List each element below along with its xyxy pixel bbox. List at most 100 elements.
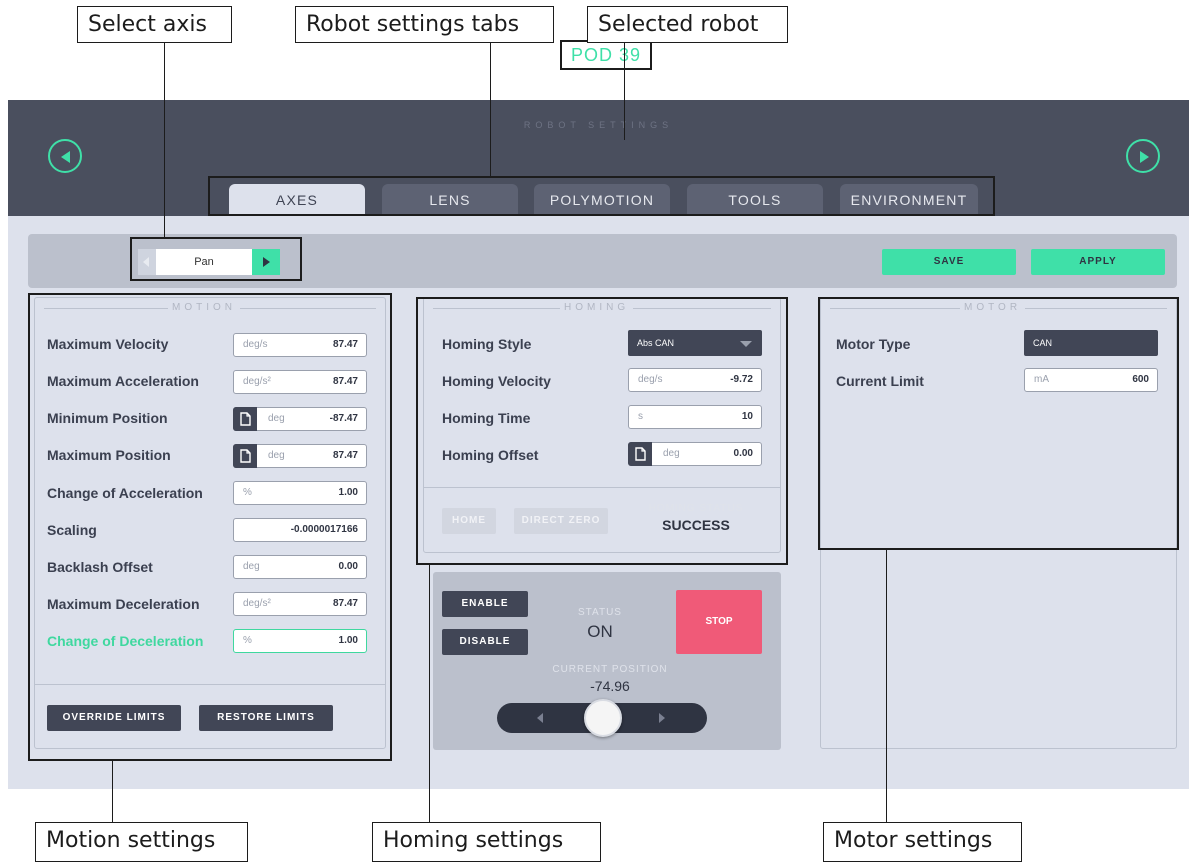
field-value: -87.47 bbox=[329, 413, 358, 424]
next-robot-button[interactable] bbox=[1126, 139, 1160, 173]
slider-knob[interactable] bbox=[584, 699, 622, 737]
current-limit-field[interactable]: mA 600 bbox=[1024, 368, 1158, 392]
min-position-label: Minimum Position bbox=[47, 410, 168, 426]
homing-offset-field[interactable]: deg 0.00 bbox=[628, 442, 762, 466]
homing-time-field[interactable]: s 10 bbox=[628, 405, 762, 429]
motor-type-label: Motor Type bbox=[836, 336, 911, 352]
selected-robot-name[interactable]: POD 39 bbox=[560, 40, 652, 70]
field-unit: deg bbox=[268, 413, 285, 424]
change-deceleration-label: Change of Deceleration bbox=[47, 633, 204, 649]
max-deceleration-field[interactable]: deg/s² 87.47 bbox=[233, 592, 367, 616]
change-acceleration-label: Change of Acceleration bbox=[47, 485, 203, 501]
field-value: 0.00 bbox=[338, 561, 358, 572]
callout-motion-settings: Motion settings bbox=[35, 822, 248, 862]
field-unit: s bbox=[638, 411, 643, 422]
min-position-field[interactable]: deg -87.47 bbox=[233, 407, 367, 431]
direct-zero-button[interactable]: DIRECT ZERO bbox=[514, 508, 608, 534]
callout-line bbox=[164, 42, 165, 237]
homing-style-label: Homing Style bbox=[442, 336, 532, 352]
backlash-offset-label: Backlash Offset bbox=[47, 559, 153, 575]
file-icon-button[interactable] bbox=[233, 407, 257, 431]
field-value: 0.00 bbox=[733, 448, 753, 459]
field-unit: deg/s bbox=[243, 339, 268, 350]
status-caption: STATUS bbox=[578, 607, 622, 618]
field-value: 1.00 bbox=[338, 487, 358, 498]
field-unit: % bbox=[243, 635, 252, 646]
file-icon-button[interactable] bbox=[628, 442, 652, 466]
prev-axis-button[interactable] bbox=[138, 249, 156, 275]
callout-robot-settings-tabs: Robot settings tabs bbox=[295, 6, 554, 43]
callout-line bbox=[886, 550, 887, 822]
field-value: 87.47 bbox=[332, 450, 358, 461]
change-acceleration-field[interactable]: % 1.00 bbox=[233, 481, 367, 505]
file-icon-button[interactable] bbox=[233, 444, 257, 468]
next-axis-button[interactable] bbox=[252, 249, 280, 275]
homing-status-value: SUCCESS bbox=[662, 517, 730, 533]
max-position-label: Maximum Position bbox=[47, 447, 171, 463]
file-icon bbox=[240, 412, 251, 426]
dropdown-value: CAN bbox=[1033, 338, 1053, 348]
apply-button[interactable]: APPLY bbox=[1031, 249, 1165, 275]
field-unit: deg bbox=[663, 448, 680, 459]
max-acceleration-field[interactable]: deg/s² 87.47 bbox=[233, 370, 367, 394]
callout-homing-settings: Homing settings bbox=[372, 822, 601, 862]
prev-robot-button[interactable] bbox=[48, 139, 82, 173]
disable-button[interactable]: DISABLE bbox=[442, 629, 528, 655]
field-value: 10 bbox=[741, 411, 753, 422]
max-velocity-label: Maximum Velocity bbox=[47, 336, 169, 352]
caret-down-icon bbox=[740, 341, 752, 347]
max-acceleration-label: Maximum Acceleration bbox=[47, 373, 199, 389]
axis-selector[interactable]: Pan bbox=[138, 249, 280, 275]
restore-limits-button[interactable]: RESTORE LIMITS bbox=[199, 705, 333, 731]
field-value: 87.47 bbox=[332, 598, 358, 609]
stop-button[interactable]: STOP bbox=[676, 590, 762, 654]
field-value: 87.47 bbox=[332, 339, 358, 350]
tab-lens[interactable]: LENS bbox=[382, 184, 518, 214]
save-button[interactable]: SAVE bbox=[882, 249, 1016, 275]
callout-line bbox=[112, 761, 113, 823]
backlash-offset-field[interactable]: deg 0.00 bbox=[233, 555, 367, 579]
field-unit: deg/s bbox=[638, 374, 663, 385]
callout-line bbox=[624, 42, 625, 140]
homing-style-dropdown[interactable]: Abs CAN bbox=[628, 330, 762, 356]
field-value: -9.72 bbox=[730, 374, 753, 385]
field-value: 1.00 bbox=[338, 635, 358, 646]
chevron-right-icon bbox=[263, 257, 270, 267]
field-value: 600 bbox=[1132, 374, 1149, 385]
homing-velocity-label: Homing Velocity bbox=[442, 373, 551, 389]
tab-tools[interactable]: TOOLS bbox=[687, 184, 823, 214]
tab-axes[interactable]: AXES bbox=[229, 184, 365, 214]
field-unit: deg bbox=[243, 561, 260, 572]
max-position-field[interactable]: deg 87.47 bbox=[233, 444, 367, 468]
enable-button[interactable]: ENABLE bbox=[442, 591, 528, 617]
homing-offset-label: Homing Offset bbox=[442, 447, 539, 463]
tab-environment[interactable]: ENVIRONMENT bbox=[840, 184, 978, 214]
field-unit: deg/s² bbox=[243, 376, 271, 387]
current-position-caption: CURRENT POSITION bbox=[552, 664, 668, 675]
axis-name: Pan bbox=[194, 256, 214, 268]
homing-footer-divider bbox=[424, 487, 780, 488]
callout-line bbox=[429, 565, 430, 823]
scaling-field[interactable]: -0.0000017166 bbox=[233, 518, 367, 542]
field-unit: mA bbox=[1034, 374, 1049, 385]
homing-time-label: Homing Time bbox=[442, 410, 531, 426]
chevron-left-icon bbox=[143, 257, 149, 267]
file-icon bbox=[635, 447, 646, 461]
field-unit: % bbox=[243, 487, 252, 498]
motor-type-dropdown[interactable]: CAN bbox=[1024, 330, 1158, 356]
scaling-label: Scaling bbox=[47, 522, 97, 538]
max-deceleration-label: Maximum Deceleration bbox=[47, 596, 200, 612]
homing-status-caption: HOMING STATUS bbox=[648, 503, 744, 514]
tab-polymotion[interactable]: POLYMOTION bbox=[534, 184, 670, 214]
callout-selected-robot: Selected robot bbox=[587, 6, 788, 43]
current-position-value: -74.96 bbox=[590, 678, 630, 694]
override-limits-button[interactable]: OVERRIDE LIMITS bbox=[47, 705, 181, 731]
max-velocity-field[interactable]: deg/s 87.47 bbox=[233, 333, 367, 357]
change-deceleration-field[interactable]: % 1.00 bbox=[233, 629, 367, 653]
homing-velocity-field[interactable]: deg/s -9.72 bbox=[628, 368, 762, 392]
motion-footer-divider bbox=[35, 684, 385, 685]
home-button[interactable]: HOME bbox=[442, 508, 496, 534]
field-unit: deg bbox=[268, 450, 285, 461]
callout-motor-settings: Motor settings bbox=[823, 822, 1022, 862]
homing-section-title: HOMING bbox=[560, 302, 634, 313]
